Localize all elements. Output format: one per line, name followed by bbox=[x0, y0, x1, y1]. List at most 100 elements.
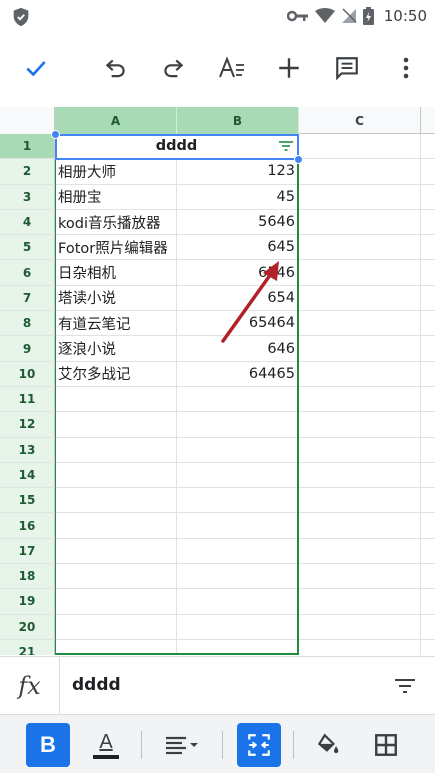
row-header[interactable]: 3 bbox=[0, 184, 55, 209]
row-header[interactable]: 9 bbox=[0, 336, 55, 361]
row-header[interactable]: 4 bbox=[0, 209, 55, 235]
cell-d[interactable] bbox=[421, 235, 435, 259]
text-color-button[interactable]: A bbox=[84, 723, 128, 767]
row-header[interactable]: 6 bbox=[0, 260, 55, 285]
cell-a[interactable]: Fotor照片编辑器 bbox=[55, 235, 177, 260]
cell-d[interactable] bbox=[421, 412, 435, 436]
cell-a[interactable] bbox=[55, 614, 177, 639]
cell-d[interactable] bbox=[421, 488, 435, 512]
cell-a[interactable]: 日杂相机 bbox=[55, 260, 177, 285]
cell-a[interactable] bbox=[55, 564, 177, 589]
cell-c[interactable] bbox=[299, 513, 421, 538]
cell-c[interactable] bbox=[299, 614, 421, 639]
insert-button[interactable] bbox=[271, 50, 307, 86]
cell-a[interactable] bbox=[55, 639, 177, 655]
row-header[interactable]: 11 bbox=[0, 386, 55, 412]
fill-color-button[interactable] bbox=[306, 723, 350, 767]
cell-b[interactable] bbox=[177, 488, 299, 513]
cell-a[interactable]: 相册宝 bbox=[55, 184, 177, 209]
redo-button[interactable] bbox=[155, 50, 191, 86]
cell-d[interactable] bbox=[421, 463, 435, 487]
bold-button[interactable]: B bbox=[26, 723, 70, 767]
cell-b[interactable] bbox=[177, 386, 299, 412]
row-header[interactable]: 21 bbox=[0, 639, 55, 655]
row-header[interactable]: 2 bbox=[0, 159, 55, 184]
cell-c[interactable] bbox=[299, 564, 421, 589]
cell-b[interactable] bbox=[177, 639, 299, 655]
cell-d[interactable] bbox=[421, 159, 435, 183]
cell-b[interactable]: 65464 bbox=[177, 311, 299, 336]
cell-d[interactable] bbox=[421, 640, 435, 655]
comment-button[interactable] bbox=[329, 50, 365, 86]
row-header[interactable]: 12 bbox=[0, 412, 55, 437]
row-header[interactable]: 8 bbox=[0, 311, 55, 336]
cell-a[interactable] bbox=[55, 386, 177, 412]
cell-a[interactable]: 塔读小说 bbox=[55, 285, 177, 311]
cell-d[interactable] bbox=[421, 185, 435, 209]
cell-b[interactable]: 654 bbox=[177, 285, 299, 311]
row-header[interactable]: 15 bbox=[0, 488, 55, 513]
cell-a[interactable]: 相册大师 bbox=[55, 159, 177, 184]
column-header-d[interactable] bbox=[421, 107, 435, 134]
cell-a[interactable]: 有道云笔记 bbox=[55, 311, 177, 336]
cell-c[interactable] bbox=[299, 462, 421, 488]
cell-c[interactable] bbox=[299, 311, 421, 336]
cell-b[interactable]: 6546 bbox=[177, 260, 299, 285]
cell-c[interactable] bbox=[299, 361, 421, 386]
more-options-button[interactable] bbox=[388, 50, 424, 86]
cell-c[interactable] bbox=[299, 285, 421, 311]
cell-d[interactable] bbox=[421, 362, 435, 386]
cell-d[interactable] bbox=[421, 210, 435, 234]
header-cell-a1[interactable]: dddd bbox=[55, 134, 299, 159]
row-header[interactable]: 1 bbox=[0, 134, 55, 159]
column-header-b[interactable]: B bbox=[177, 107, 299, 134]
cell-a[interactable]: 逐浪小说 bbox=[55, 336, 177, 361]
cell-d[interactable] bbox=[421, 387, 435, 411]
cell-c[interactable] bbox=[299, 134, 421, 159]
column-filter-icon[interactable] bbox=[278, 139, 294, 153]
cell-b[interactable] bbox=[177, 589, 299, 614]
cell-b[interactable] bbox=[177, 538, 299, 564]
cell-a[interactable] bbox=[55, 589, 177, 614]
cell-d[interactable] bbox=[421, 336, 435, 360]
borders-button[interactable] bbox=[364, 723, 408, 767]
cell-d[interactable] bbox=[421, 564, 435, 588]
spreadsheet-grid[interactable]: A B C 1 dddd 2 相册大师 123 3 相册宝 45 4 kodi音乐播放器 5646 5… bbox=[0, 107, 435, 655]
cell-d[interactable] bbox=[421, 438, 435, 462]
row-header[interactable]: 14 bbox=[0, 462, 55, 488]
cell-a[interactable] bbox=[55, 437, 177, 462]
cell-c[interactable] bbox=[299, 538, 421, 564]
cell-a[interactable] bbox=[55, 538, 177, 564]
align-button[interactable] bbox=[158, 723, 202, 767]
cell-c[interactable] bbox=[299, 639, 421, 655]
cell-b[interactable] bbox=[177, 462, 299, 488]
cell-b[interactable] bbox=[177, 614, 299, 639]
cell-b[interactable]: 123 bbox=[177, 159, 299, 184]
cell-c[interactable] bbox=[299, 209, 421, 235]
cell-a[interactable] bbox=[55, 462, 177, 488]
cell-a[interactable]: kodi音乐播放器 bbox=[55, 209, 177, 235]
row-header[interactable]: 16 bbox=[0, 513, 55, 538]
cell-d[interactable] bbox=[421, 311, 435, 335]
cell-c[interactable] bbox=[299, 488, 421, 513]
cell-b[interactable]: 645 bbox=[177, 235, 299, 260]
merge-cells-button[interactable] bbox=[237, 723, 281, 767]
row-header[interactable]: 17 bbox=[0, 538, 55, 564]
row-header[interactable]: 18 bbox=[0, 564, 55, 589]
cell-b[interactable] bbox=[177, 564, 299, 589]
cell-d[interactable] bbox=[421, 260, 435, 284]
cell-a[interactable] bbox=[55, 513, 177, 538]
cell-d[interactable] bbox=[421, 513, 435, 537]
cell-c[interactable] bbox=[299, 437, 421, 462]
cell-b[interactable] bbox=[177, 513, 299, 538]
cell-d[interactable] bbox=[421, 286, 435, 310]
selection-handle-top-left[interactable] bbox=[51, 130, 60, 139]
cell-d[interactable] bbox=[421, 134, 435, 158]
filter-icon[interactable] bbox=[393, 675, 417, 697]
cell-b[interactable]: 45 bbox=[177, 184, 299, 209]
cell-d[interactable] bbox=[421, 615, 435, 639]
cell-d[interactable] bbox=[421, 589, 435, 613]
row-header[interactable]: 20 bbox=[0, 614, 55, 639]
cell-b[interactable] bbox=[177, 412, 299, 437]
cell-c[interactable] bbox=[299, 412, 421, 437]
